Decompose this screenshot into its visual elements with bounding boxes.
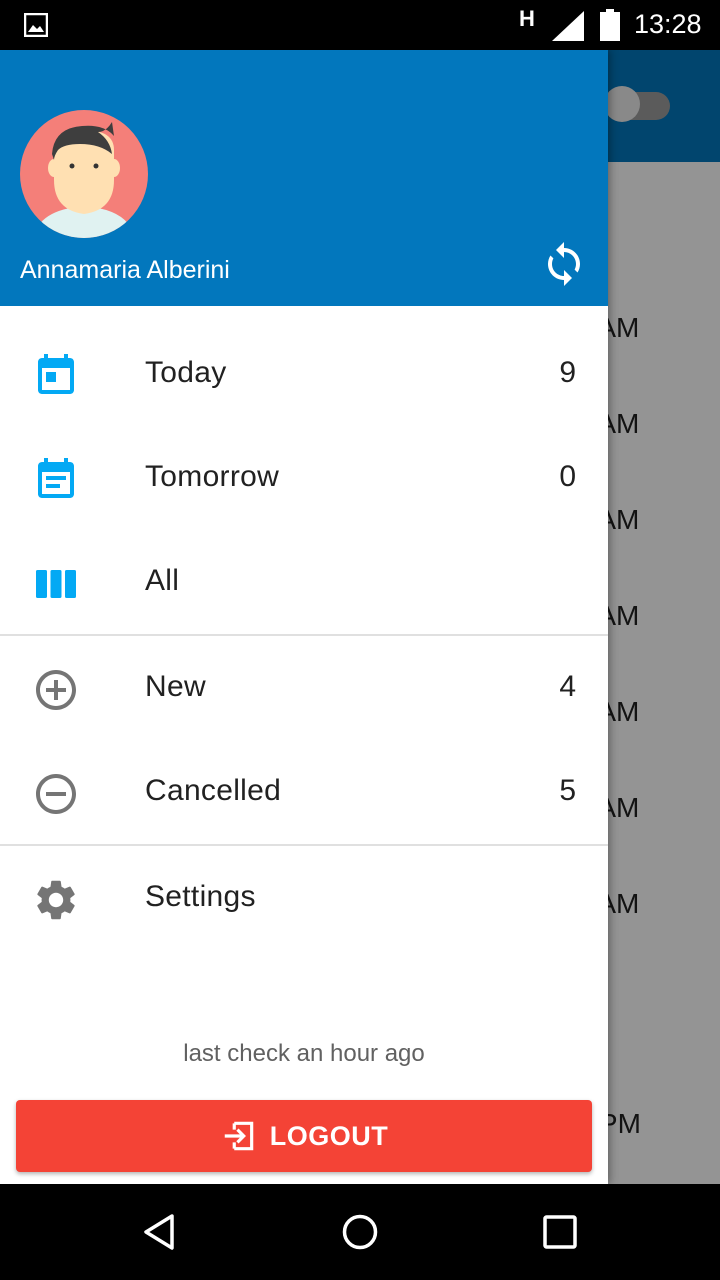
menu-item-today[interactable]: Today 9 [0, 322, 608, 426]
menu-item-count: 4 [559, 670, 576, 703]
menu-item-all[interactable]: All [0, 530, 608, 634]
menu-item-label: All [145, 564, 180, 597]
user-name: Annamaria Alberini [20, 256, 230, 284]
sync-icon[interactable] [540, 240, 588, 288]
drawer-header: Annamaria Alberini [0, 50, 608, 306]
back-icon[interactable] [136, 1208, 184, 1256]
menu-item-tomorrow[interactable]: Tomorrow 0 [0, 426, 608, 530]
menu-item-label: Today [145, 356, 227, 389]
menu-item-label: Tomorrow [145, 460, 280, 493]
logout-icon [224, 1121, 253, 1151]
menu-item-count: 0 [559, 460, 576, 493]
calendar-event-icon [38, 458, 74, 498]
network-type: H [519, 6, 535, 31]
battery-icon [600, 9, 620, 41]
clock: 13:28 [634, 9, 702, 39]
recents-icon[interactable] [536, 1208, 584, 1256]
status-bar: H 13:28 [0, 0, 720, 50]
view-column-icon [36, 570, 76, 598]
home-icon[interactable] [336, 1208, 384, 1256]
gallery-icon [24, 13, 48, 37]
signal-icon [552, 11, 584, 41]
menu-item-cancelled[interactable]: Cancelled 5 [0, 740, 608, 844]
menu-item-count: 5 [559, 774, 576, 807]
last-check-text: last check an hour ago [183, 1040, 425, 1067]
logout-label: LOGOUT [269, 1120, 389, 1151]
menu-item-new[interactable]: New 4 [0, 636, 608, 740]
menu-item-label: New [145, 670, 206, 703]
remove-circle-icon [36, 774, 76, 814]
calendar-today-icon [38, 354, 74, 394]
avatar[interactable] [20, 110, 148, 238]
navigation-drawer: Annamaria Alberini Today 9 Tomorrow 0 Al… [0, 50, 608, 1184]
menu-item-settings[interactable]: Settings [0, 846, 608, 950]
menu-item-label: Settings [145, 880, 256, 913]
gear-icon [37, 880, 75, 920]
menu-item-count: 9 [559, 356, 576, 389]
menu-item-label: Cancelled [145, 774, 282, 807]
logout-button[interactable]: LOGOUT [16, 1100, 592, 1172]
system-nav-bar [0, 1184, 720, 1280]
add-circle-icon [36, 670, 76, 710]
